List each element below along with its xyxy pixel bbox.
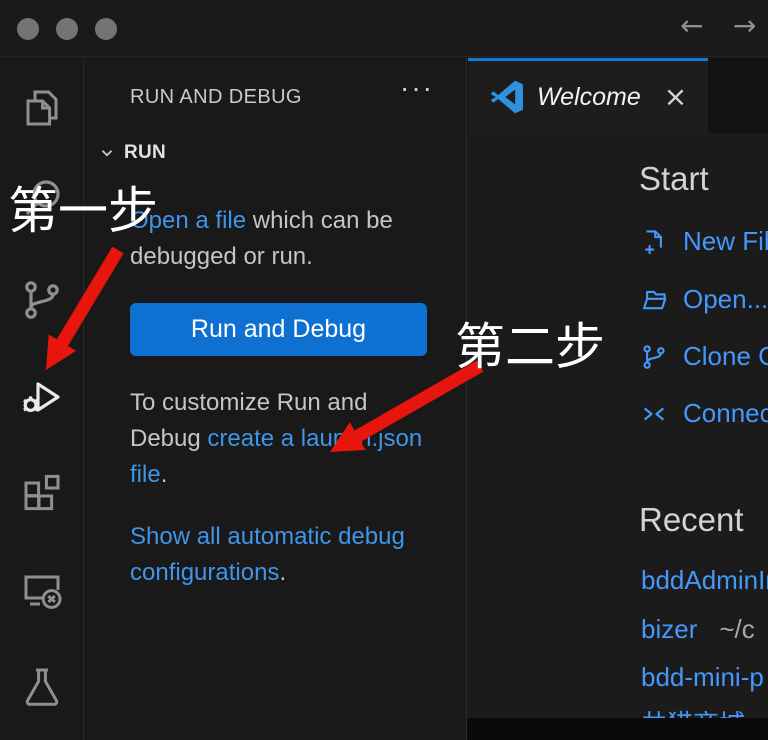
run-section-header[interactable]: RUN <box>98 142 166 164</box>
tab-close-icon[interactable]: × <box>664 83 687 111</box>
nav-forward-icon[interactable]: → <box>733 9 756 42</box>
customize-paragraph: To customize Run and Debug create a laun… <box>130 385 430 493</box>
run-and-debug-icon[interactable] <box>18 373 66 421</box>
editor-group: Welcome × Start New File... Open... <box>466 58 768 740</box>
run-section-label: RUN <box>124 142 166 164</box>
show-all-configs-link[interactable]: Show all automatic debug configurations <box>130 523 405 586</box>
recent-item[interactable]: 共猎商城 <box>641 704 745 718</box>
start-item-label: Open... <box>683 284 768 315</box>
show-all-period: . <box>279 559 286 586</box>
step1-label: 第一步 <box>8 186 158 236</box>
tab-label: Welcome <box>537 83 641 112</box>
testing-beaker-icon[interactable] <box>18 663 66 711</box>
vscode-window: ← → <box>0 0 768 740</box>
recent-item[interactable]: bddAdminInfo <box>641 565 768 596</box>
extensions-icon[interactable] <box>18 470 66 518</box>
clone-repo-icon <box>639 342 669 372</box>
start-item-label: Clone Git... <box>683 341 768 372</box>
welcome-page: Start New File... Open... Clone Git... <box>467 133 768 718</box>
new-file-icon <box>639 227 669 257</box>
window-zoom-button[interactable] <box>95 18 117 40</box>
start-item-clone[interactable]: Clone Git... <box>639 341 768 372</box>
run-and-debug-button[interactable]: Run and Debug <box>130 303 427 356</box>
start-item-new-file[interactable]: New File... <box>639 226 768 257</box>
show-all-paragraph: Show all automatic debug configurations. <box>130 519 430 591</box>
start-heading: Start <box>639 160 709 198</box>
vscode-logo-icon <box>490 80 524 114</box>
tab-welcome[interactable]: Welcome × <box>468 58 708 133</box>
recent-item-name[interactable]: bddAdminInfo <box>641 565 768 595</box>
recent-item[interactable]: bizer ~/c <box>641 614 755 645</box>
open-file-paragraph: Open a file which can be debugged or run… <box>130 203 430 275</box>
remote-explorer-icon[interactable] <box>18 566 66 614</box>
start-item-open[interactable]: Open... <box>639 284 768 315</box>
start-item-connect[interactable]: Connect to... <box>639 398 768 429</box>
step2-label: 第二步 <box>455 322 605 372</box>
recent-item-name[interactable]: bdd-mini-p <box>641 662 764 692</box>
source-control-icon[interactable] <box>18 276 66 324</box>
start-item-label: Connect to... <box>683 398 768 429</box>
window-close-button[interactable] <box>17 18 39 40</box>
nav-back-icon[interactable]: ← <box>680 9 703 42</box>
run-and-debug-panel: RUN AND DEBUG ··· RUN Open a file which … <box>85 58 466 740</box>
activity-bar <box>0 58 84 740</box>
window-minimize-button[interactable] <box>56 18 78 40</box>
recent-item-path: ~/c <box>719 614 754 644</box>
connect-remote-icon <box>639 399 669 429</box>
panel-title: RUN AND DEBUG <box>130 86 302 109</box>
panel-more-actions-icon[interactable]: ··· <box>400 72 434 104</box>
editor-bottom-strip <box>467 718 768 740</box>
tab-bar: Welcome × <box>467 58 768 133</box>
title-bar: ← → <box>0 0 768 57</box>
recent-item[interactable]: bdd-mini-p <box>641 662 764 693</box>
recent-heading: Recent <box>639 501 744 539</box>
open-folder-icon <box>639 285 669 315</box>
chevron-down-icon <box>98 144 116 162</box>
recent-item-name[interactable]: bizer <box>641 614 697 644</box>
start-item-label: New File... <box>683 226 768 257</box>
customize-period: . <box>161 461 168 488</box>
recent-item-name[interactable]: 共猎商城 <box>641 709 745 718</box>
explorer-files-icon[interactable] <box>18 84 66 132</box>
